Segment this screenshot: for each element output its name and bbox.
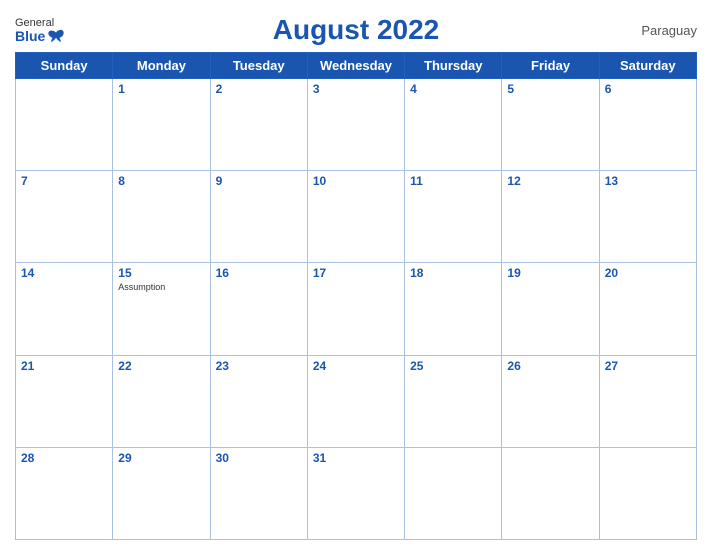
- calendar-week-2: 14 15 Assumption 16 17 18 19 20: [16, 263, 697, 355]
- calendar-cell: 11: [405, 171, 502, 263]
- day-number: 31: [313, 451, 399, 465]
- calendar-cell: 31: [307, 447, 404, 539]
- calendar-cell: [405, 447, 502, 539]
- calendar-cell: 26: [502, 355, 599, 447]
- calendar-cell: 13: [599, 171, 696, 263]
- calendar-cell: 2: [210, 79, 307, 171]
- day-number: 6: [605, 82, 691, 96]
- weekday-header-sunday: Sunday: [16, 53, 113, 79]
- day-number: 25: [410, 359, 496, 373]
- calendar-cell: 22: [113, 355, 210, 447]
- day-number: 23: [216, 359, 302, 373]
- day-number: 28: [21, 451, 107, 465]
- calendar-cell: 20: [599, 263, 696, 355]
- weekday-header-tuesday: Tuesday: [210, 53, 307, 79]
- day-number: 14: [21, 266, 107, 280]
- calendar-cell: 7: [16, 171, 113, 263]
- calendar-cell: 23: [210, 355, 307, 447]
- day-number: 10: [313, 174, 399, 188]
- calendar-cell: 15 Assumption: [113, 263, 210, 355]
- calendar-cell: 19: [502, 263, 599, 355]
- day-number: 19: [507, 266, 593, 280]
- weekday-header-wednesday: Wednesday: [307, 53, 404, 79]
- day-number: 11: [410, 174, 496, 188]
- calendar-cell: 30: [210, 447, 307, 539]
- calendar-cell: 3: [307, 79, 404, 171]
- day-number: 5: [507, 82, 593, 96]
- weekday-header-monday: Monday: [113, 53, 210, 79]
- day-number: 17: [313, 266, 399, 280]
- holiday-label: Assumption: [118, 282, 204, 292]
- logo-general: General: [15, 18, 54, 29]
- weekday-header-friday: Friday: [502, 53, 599, 79]
- calendar-cell: 16: [210, 263, 307, 355]
- day-number: 27: [605, 359, 691, 373]
- calendar-cell: 1: [113, 79, 210, 171]
- day-number: 22: [118, 359, 204, 373]
- day-number: 18: [410, 266, 496, 280]
- day-number: 9: [216, 174, 302, 188]
- weekday-header-saturday: Saturday: [599, 53, 696, 79]
- calendar-cell: [599, 447, 696, 539]
- logo-blue: Blue: [15, 29, 65, 43]
- country-label: Paraguay: [641, 23, 697, 38]
- calendar-week-3: 21 22 23 24 25 26 27: [16, 355, 697, 447]
- calendar-header: General Blue August 2022 Paraguay: [15, 10, 697, 46]
- day-number: 3: [313, 82, 399, 96]
- day-number: 4: [410, 82, 496, 96]
- calendar-cell: 17: [307, 263, 404, 355]
- calendar-cell: 12: [502, 171, 599, 263]
- day-number: 26: [507, 359, 593, 373]
- day-number: 8: [118, 174, 204, 188]
- calendar-cell: 9: [210, 171, 307, 263]
- calendar-week-0: 123456: [16, 79, 697, 171]
- calendar-cell: 24: [307, 355, 404, 447]
- day-number: 7: [21, 174, 107, 188]
- day-number: 16: [216, 266, 302, 280]
- calendar-cell: 25: [405, 355, 502, 447]
- calendar-cell: 14: [16, 263, 113, 355]
- calendar-cell: [16, 79, 113, 171]
- calendar-week-1: 789 10 11 12 13: [16, 171, 697, 263]
- calendar-table: SundayMondayTuesdayWednesdayThursdayFrid…: [15, 52, 697, 540]
- day-number: 21: [21, 359, 107, 373]
- logo: General Blue: [15, 18, 65, 43]
- calendar-cell: 28: [16, 447, 113, 539]
- day-number: 29: [118, 451, 204, 465]
- day-number: 1: [118, 82, 204, 96]
- day-number: 24: [313, 359, 399, 373]
- calendar-cell: 6: [599, 79, 696, 171]
- calendar-cell: 21: [16, 355, 113, 447]
- day-number: 15: [118, 266, 204, 280]
- calendar-cell: 29: [113, 447, 210, 539]
- day-number: 2: [216, 82, 302, 96]
- day-number: 20: [605, 266, 691, 280]
- calendar-week-4: 28 29 30 31: [16, 447, 697, 539]
- calendar-cell: 8: [113, 171, 210, 263]
- calendar-cell: 10: [307, 171, 404, 263]
- page-title: August 2022: [273, 14, 440, 46]
- calendar-cell: 4: [405, 79, 502, 171]
- calendar-cell: 27: [599, 355, 696, 447]
- day-number: 30: [216, 451, 302, 465]
- calendar-cell: [502, 447, 599, 539]
- day-number: 12: [507, 174, 593, 188]
- calendar-cell: 5: [502, 79, 599, 171]
- weekday-header-thursday: Thursday: [405, 53, 502, 79]
- day-number: 13: [605, 174, 691, 188]
- calendar-cell: 18: [405, 263, 502, 355]
